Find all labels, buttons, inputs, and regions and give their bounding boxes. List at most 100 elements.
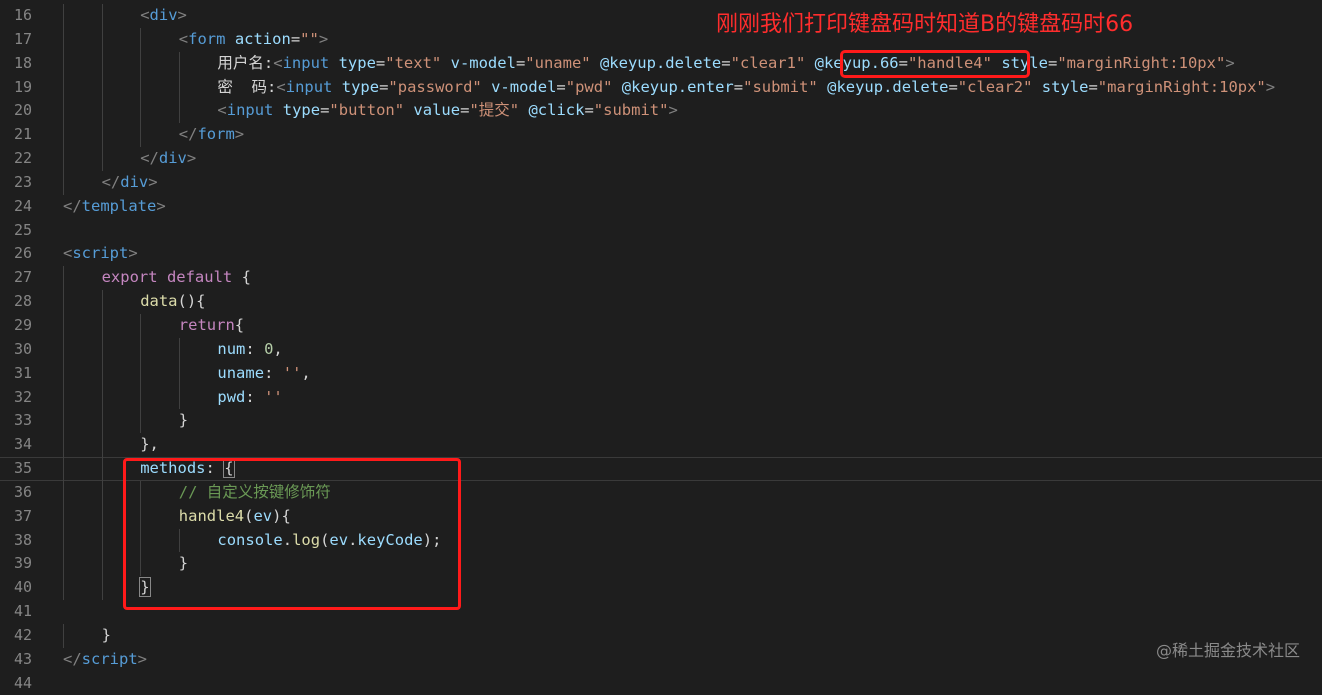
- code-line[interactable]: 33}: [0, 409, 1322, 434]
- code-token: >: [177, 6, 187, 24]
- code-line[interactable]: 30 num: 0,: [0, 337, 1322, 362]
- code-line[interactable]: 31 uname: '',: [0, 361, 1322, 386]
- indent-guide: [140, 51, 142, 76]
- code-token: >: [156, 196, 166, 215]
- code-token: 用户名:: [217, 53, 274, 72]
- code-token: div: [149, 6, 178, 24]
- code-token: type: [338, 53, 376, 72]
- indent-guide: [63, 337, 64, 362]
- code-token: <: [178, 29, 189, 48]
- code-token: =: [733, 77, 744, 96]
- line-number: 29: [13, 315, 32, 334]
- code-token: :: [245, 339, 265, 358]
- indent-guide: [140, 361, 142, 386]
- code-token: <: [273, 53, 283, 72]
- code-token: style: [1041, 77, 1089, 96]
- code-line[interactable]: 23 </div>: [0, 170, 1322, 195]
- indent-guide: [101, 457, 103, 481]
- indent-guide: [101, 4, 103, 28]
- code-token: </: [140, 149, 159, 168]
- code-token: script: [72, 244, 129, 263]
- code-token: uname: [217, 363, 265, 382]
- highlight-box-keyup-66: [840, 50, 1030, 78]
- code-line[interactable]: 43 </script>: [0, 648, 1322, 672]
- code-token: "submit": [593, 101, 669, 120]
- indent-guide: [101, 552, 103, 577]
- code-token: <: [63, 244, 73, 263]
- code-token: '': [282, 363, 302, 382]
- indent-guide: [101, 385, 103, 410]
- code-token: type: [282, 101, 321, 120]
- code-token: "submit": [743, 77, 818, 96]
- code-token: "marginRight:10px": [1057, 53, 1226, 72]
- code-line[interactable]: 32 pwd: '': [0, 385, 1322, 410]
- watermark: @稀土掘金技术社区: [1155, 641, 1300, 660]
- code-token: return: [178, 315, 235, 334]
- code-line[interactable]: 18 用户名:<input type="text" v-model="uname"…: [0, 51, 1322, 76]
- line-number: 30: [13, 339, 32, 358]
- code-token: :: [245, 387, 265, 406]
- code-line[interactable]: 44: [0, 672, 1322, 695]
- code-token: data: [140, 292, 178, 311]
- code-token: input: [282, 53, 330, 72]
- indent-guide: [178, 99, 180, 124]
- code-token: "password": [388, 77, 482, 96]
- code-token: v-model: [491, 77, 557, 96]
- indent-guide: [101, 433, 103, 458]
- line-number: 39: [13, 554, 32, 573]
- indent-guide: [101, 576, 103, 601]
- code-line[interactable]: 27 export default {: [0, 266, 1322, 291]
- indent-guide: [63, 4, 64, 28]
- code-line[interactable]: 19 密 码:<input type="password" v-model="pw…: [0, 75, 1322, 100]
- line-number: 33: [13, 411, 32, 430]
- code-line[interactable]: 34},: [0, 433, 1322, 458]
- code-line[interactable]: 26 <script>: [0, 242, 1322, 266]
- code-text: },: [140, 433, 159, 457]
- code-token: input: [285, 77, 333, 96]
- line-number: 16: [13, 6, 32, 24]
- code-line[interactable]: 28 data(){: [0, 290, 1322, 314]
- code-text: pwd: '': [217, 386, 282, 410]
- code-token: "": [300, 29, 319, 48]
- code-line[interactable]: 24 </template>: [0, 195, 1322, 219]
- line-number: 26: [13, 244, 32, 263]
- code-line[interactable]: 29 return{: [0, 313, 1322, 338]
- code-line[interactable]: 25: [0, 219, 1322, 243]
- code-token: "clear1": [730, 53, 806, 72]
- indent-guide: [178, 361, 180, 386]
- code-token: <: [217, 101, 227, 120]
- line-number: 23: [13, 172, 32, 191]
- code-token: </: [178, 125, 198, 144]
- code-line[interactable]: 20 <input type="button" value="提交" @click…: [0, 99, 1322, 124]
- highlight-box-methods: [123, 458, 461, 610]
- code-token: 密 码:: [217, 77, 277, 96]
- indent-guide: [63, 170, 64, 195]
- code-text: data(){: [140, 290, 205, 314]
- code-line[interactable]: 21 </form>: [0, 123, 1322, 148]
- indent-guide: [101, 480, 103, 505]
- code-text: </form>: [179, 123, 244, 147]
- code-token: export: [101, 268, 158, 287]
- indent-guide: [63, 504, 64, 529]
- indent-guide: [101, 528, 103, 553]
- code-token: =: [721, 53, 731, 72]
- line-number: 25: [13, 220, 32, 239]
- indent-guide: [63, 313, 64, 338]
- line-number: 27: [13, 268, 32, 287]
- line-number: 32: [13, 387, 32, 406]
- code-token: >: [137, 649, 148, 668]
- code-line[interactable]: 22 </div>: [0, 147, 1322, 171]
- line-number: 43: [13, 649, 32, 668]
- code-token: "uname": [525, 53, 591, 72]
- line-number: 18: [13, 53, 32, 72]
- code-token: >: [318, 29, 329, 48]
- indent-guide: [63, 433, 64, 458]
- indent-guide: [63, 290, 64, 314]
- code-line[interactable]: 42}: [0, 623, 1322, 648]
- indent-guide: [101, 99, 103, 124]
- code-token: div: [158, 149, 187, 168]
- code-token: >: [186, 149, 197, 168]
- indent-guide: [63, 528, 64, 553]
